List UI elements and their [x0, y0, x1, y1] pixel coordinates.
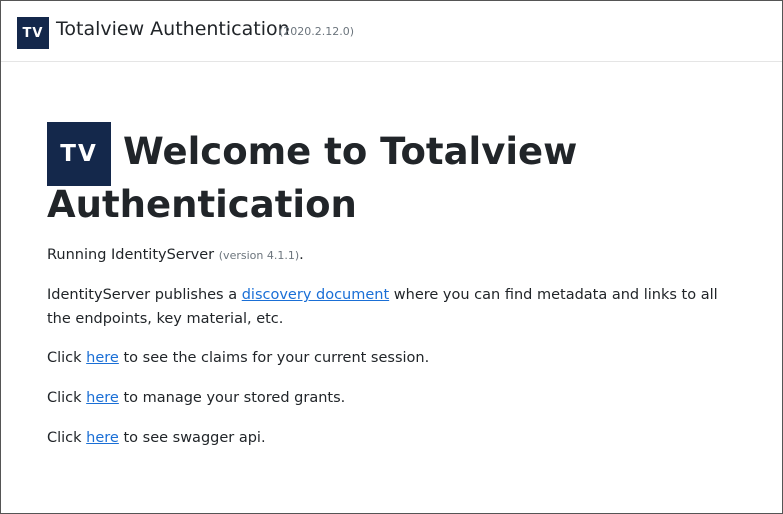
navbar: TV Totalview Authentication (2020.2.12.0… — [1, 1, 782, 62]
browser-frame: TV Totalview Authentication (2020.2.12.0… — [0, 0, 783, 514]
server-version: (version 4.1.1) — [218, 249, 300, 262]
brand-title[interactable]: Totalview Authentication — [56, 18, 290, 40]
swagger-paragraph: Click here to see swagger api. — [47, 426, 737, 450]
page-title: Welcome to Totalview Authentication — [47, 130, 578, 226]
grants-suffix: to manage your stored grants. — [123, 390, 346, 406]
discovery-prefix: IdentityServer publishes a — [47, 287, 238, 303]
claims-prefix: Click — [47, 350, 82, 366]
running-line: Running IdentityServer (version 4.1.1). — [47, 243, 737, 268]
claims-link[interactable]: here — [86, 350, 119, 366]
running-suffix: . — [299, 247, 304, 263]
claims-paragraph: Click here to see the claims for your cu… — [47, 346, 737, 370]
swagger-prefix: Click — [47, 430, 82, 446]
discovery-document-link[interactable]: discovery document — [242, 287, 389, 303]
brand-logo[interactable]: TV — [17, 17, 49, 49]
grants-link[interactable]: here — [86, 390, 119, 406]
swagger-link[interactable]: here — [86, 430, 119, 446]
claims-suffix: to see the claims for your current sessi… — [123, 350, 430, 366]
brand-logo-text: TV — [22, 25, 44, 41]
swagger-suffix: to see swagger api. — [123, 430, 266, 446]
app-version: (2020.2.12.0) — [279, 25, 355, 38]
grants-paragraph: Click here to manage your stored grants. — [47, 386, 737, 410]
running-text: Running IdentityServer — [47, 247, 215, 263]
grants-prefix: Click — [47, 390, 82, 406]
discovery-paragraph: IdentityServer publishes a discovery doc… — [47, 283, 737, 331]
